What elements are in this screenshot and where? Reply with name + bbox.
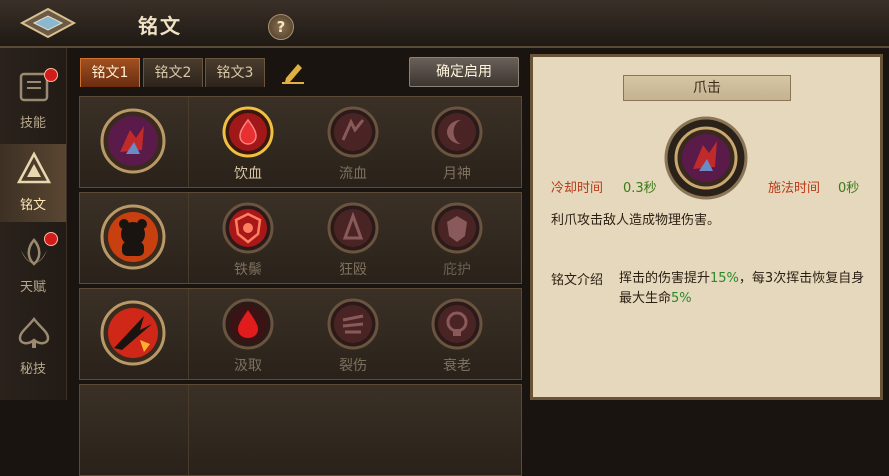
rune-slot[interactable]: 汲取 xyxy=(218,298,278,378)
moon-god-icon xyxy=(431,106,483,158)
rune-slot[interactable]: 狂殴 xyxy=(323,202,383,282)
rune-slot[interactable]: 流血 xyxy=(323,106,383,186)
detail-title: 爪击 xyxy=(623,75,791,101)
cast-time-label: 施法时间 xyxy=(768,181,821,196)
rune-slot[interactable]: 裂伤 xyxy=(323,298,383,378)
rune-intro-label: 铭文介绍 xyxy=(551,273,604,288)
rune-row: 汲取 裂伤 衰老 xyxy=(79,288,522,380)
tab-rune-2[interactable]: 铭文2 xyxy=(143,58,203,87)
rune-intro-text: 挥击的伤害提升15%，每3次挥击恢复自身最大生命5% xyxy=(619,271,865,306)
detail-panel: 爪击 冷却时间 0.3秒 施法时间 0秒 利爪攻击敌人造成物理伤害。 铭文介绍 … xyxy=(530,54,883,400)
top-bar: 铭文 ? xyxy=(0,0,889,48)
triangle-rune-icon xyxy=(16,151,52,184)
aging-icon xyxy=(431,298,483,350)
sidebar-item-label: 铭文 xyxy=(19,198,46,213)
rune-row: 饮血 流血 月神 xyxy=(79,96,522,188)
sidebar-item-label: 秘技 xyxy=(19,362,46,377)
bear-icon[interactable] xyxy=(100,204,166,270)
rune-slot[interactable]: 衰老 xyxy=(427,298,487,378)
iron-mane-icon xyxy=(222,202,274,254)
tab-rune-3[interactable]: 铭文3 xyxy=(205,58,265,87)
rune-row: 铁鬃 狂殴 庇护 xyxy=(79,192,522,284)
blood-drain-icon xyxy=(222,106,274,158)
cast-time-value: 0秒 xyxy=(838,181,860,196)
rune-slot[interactable]: 庇护 xyxy=(427,202,487,282)
cooldown-label: 冷却时间 xyxy=(551,181,604,196)
slash-icon[interactable] xyxy=(100,300,166,366)
cooldown-value: 0.3秒 xyxy=(623,181,657,196)
sidebar: 技能 铭文 天赋 秘技 xyxy=(0,48,67,400)
laceration-icon xyxy=(327,298,379,350)
claw-strike-icon[interactable] xyxy=(100,108,166,174)
rune-slot[interactable]: 铁鬃 xyxy=(218,202,278,282)
frenzy-icon xyxy=(327,202,379,254)
rune-slot[interactable]: 月神 xyxy=(427,106,487,186)
sidebar-item-label: 天赋 xyxy=(19,280,46,295)
bleed-icon xyxy=(327,106,379,158)
absorb-icon xyxy=(222,298,274,350)
pencil-icon[interactable] xyxy=(280,60,306,84)
sidebar-item-runes[interactable]: 铭文 xyxy=(0,144,66,222)
claw-strike-icon xyxy=(664,116,748,200)
sidebar-item-skills[interactable]: 技能 xyxy=(0,62,66,140)
skill-description: 利爪攻击敌人造成物理伤害。 xyxy=(551,213,721,228)
help-icon[interactable]: ? xyxy=(268,14,294,40)
shelter-icon xyxy=(431,202,483,254)
confirm-enable-button[interactable]: 确定启用 xyxy=(409,57,519,87)
notification-dot xyxy=(44,232,58,246)
back-diamond-icon[interactable] xyxy=(18,6,78,40)
notification-dot xyxy=(44,68,58,82)
rune-row xyxy=(79,384,522,476)
page-title: 铭文 xyxy=(138,14,182,38)
rune-rows: 饮血 流血 月神 铁鬃 狂殴 庇护 汲取 裂伤 衰老 xyxy=(79,92,522,476)
tab-rune-1[interactable]: 铭文1 xyxy=(80,58,140,87)
rune-slot[interactable]: 饮血 xyxy=(218,106,278,186)
sidebar-item-secret-arts[interactable]: 秘技 xyxy=(0,308,66,386)
sidebar-item-label: 技能 xyxy=(19,116,46,131)
sidebar-item-talents[interactable]: 天赋 xyxy=(0,226,66,304)
spade-icon xyxy=(18,316,50,348)
